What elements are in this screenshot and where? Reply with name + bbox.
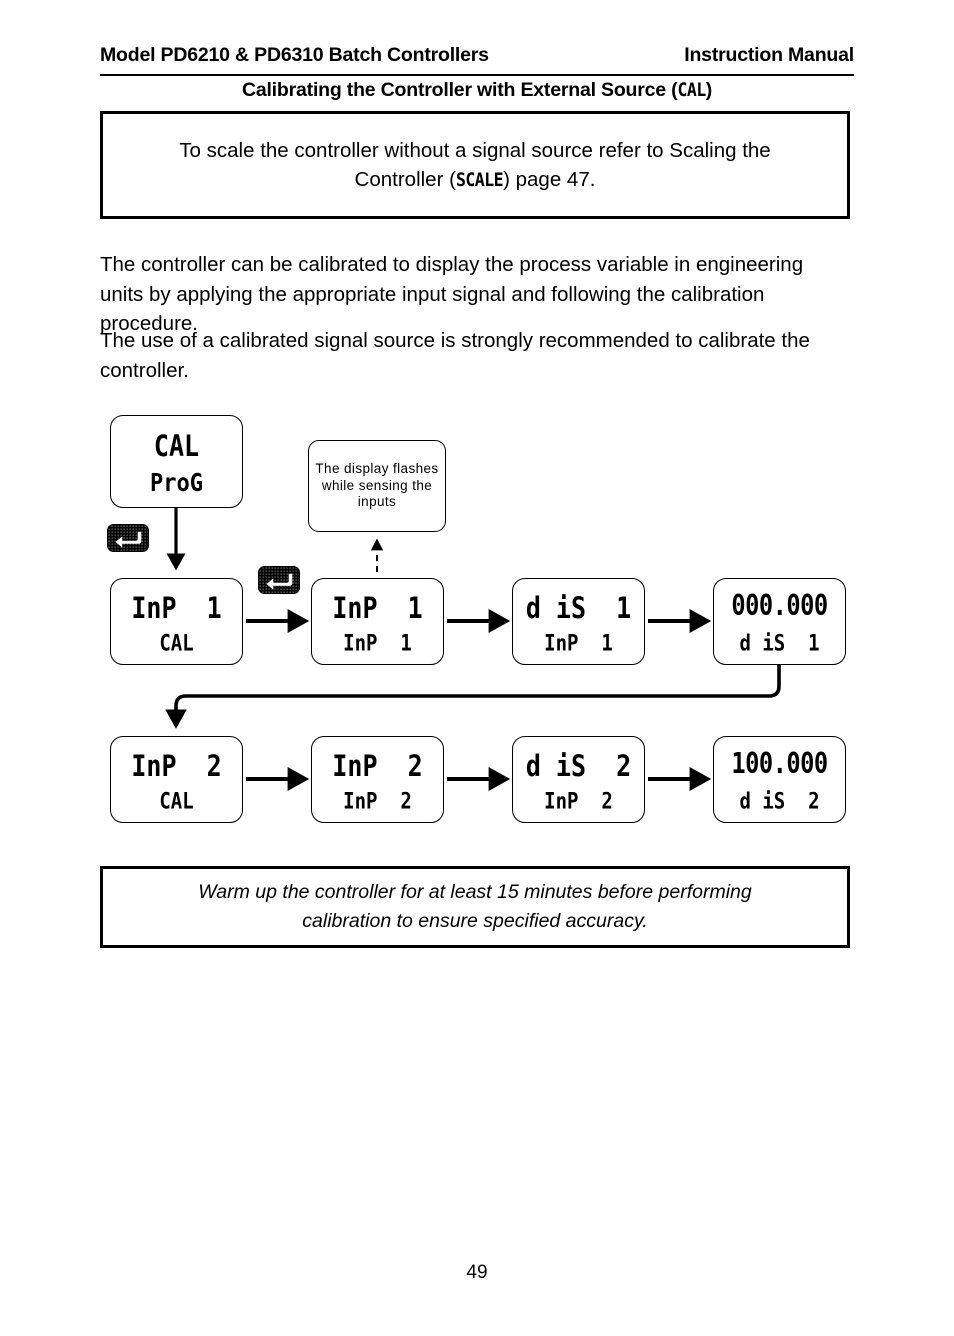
page-title: Calibrating the Controller with External… — [100, 79, 854, 102]
note-box-warmup: Warm up the controller for at least 15 m… — [100, 866, 850, 948]
display-main-text: InP 2 — [332, 749, 423, 784]
note-line-2-code: SCALE — [455, 168, 504, 191]
display-box-row1-4: 000.000 d iS 1 — [713, 578, 846, 665]
display-box-row2-2: InP 2 InP 2 — [311, 736, 444, 823]
enter-key-icon[interactable] — [258, 566, 300, 594]
display-main-text: InP 1 — [131, 591, 222, 626]
display-sub-text: InP 2 — [544, 789, 613, 815]
display-sub-text: ProG — [150, 469, 203, 498]
note-line-1: To scale the controller without a signal… — [179, 138, 771, 162]
header-model-title: Model PD6210 & PD6310 Batch Controllers — [100, 44, 489, 66]
display-box-row2-4: 100.000 d iS 2 — [713, 736, 846, 823]
enter-key-icon[interactable] — [107, 524, 149, 552]
body-paragraph-2: The use of a calibrated signal source is… — [100, 329, 810, 382]
display-sub-text: InP 2 — [343, 789, 412, 815]
display-sub-text: CAL — [159, 789, 194, 815]
display-main-value: 000.000 — [731, 590, 828, 623]
section-title-code: CAL — [677, 79, 706, 101]
display-main-value: 100.000 — [731, 748, 828, 781]
note-box-scaling-text: To scale the controller without a signal… — [157, 136, 792, 195]
display-sub-text: d iS 2 — [739, 789, 820, 815]
page-header: Model PD6210 & PD6310 Batch Controllers … — [100, 44, 854, 74]
header-manual-title: Instruction Manual — [684, 44, 854, 66]
display-box-cal-prog: CAL ProG — [110, 415, 243, 508]
display-box-row2-3: d iS 2 InP 2 — [512, 736, 645, 823]
display-sub-text: d iS 1 — [739, 631, 820, 657]
display-box-row1-3: d iS 1 InP 1 — [512, 578, 645, 665]
display-main-text: d iS 1 — [525, 591, 632, 626]
note-line-2-prefix: Controller ( — [354, 167, 456, 191]
page-number: 49 — [466, 1262, 488, 1283]
section-title-suffix: ) — [705, 79, 713, 101]
display-main-text: InP 1 — [332, 591, 423, 626]
callout-text: The display flashes while sensing the in… — [315, 461, 439, 510]
display-sub-text: CAL — [159, 631, 194, 657]
display-box-row2-1: InP 2 CAL — [110, 736, 243, 823]
note-line-2-suffix: ) page 47. — [503, 167, 596, 191]
display-main-text: CAL — [153, 429, 200, 464]
display-main-text: InP 2 — [131, 749, 222, 784]
note-box-warmup-text: Warm up the controller for at least 15 m… — [168, 878, 781, 936]
warmup-line-2: calibration to ensure specified accuracy… — [302, 910, 648, 932]
note-box-scaling: To scale the controller without a signal… — [100, 111, 850, 219]
display-main-text: d iS 2 — [525, 749, 632, 784]
display-box-row1-1: InP 1 CAL — [110, 578, 243, 665]
callout-display-flashes: The display flashes while sensing the in… — [308, 440, 446, 532]
section-title-prefix: Calibrating the Controller with External… — [241, 79, 678, 101]
header-divider — [100, 74, 854, 76]
display-sub-text: InP 1 — [544, 631, 613, 657]
display-box-row1-2: InP 1 InP 1 — [311, 578, 444, 665]
warmup-line-1: Warm up the controller for at least 15 m… — [198, 881, 752, 903]
display-sub-text: InP 1 — [343, 631, 412, 657]
